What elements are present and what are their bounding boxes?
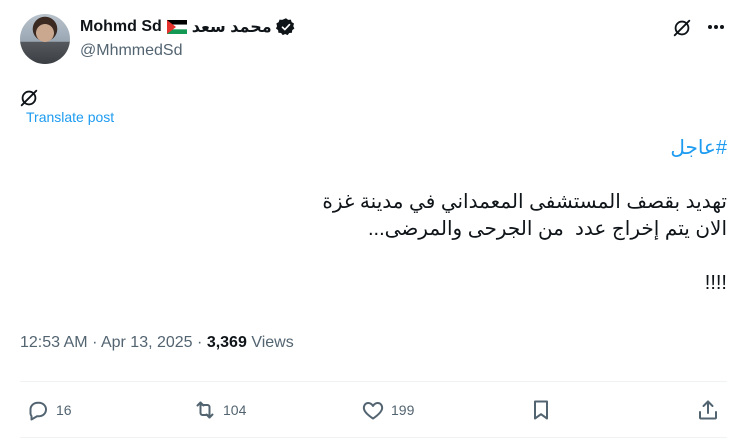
meta-separator: · [92, 334, 98, 351]
post-line-spacer-2 [27, 243, 727, 270]
meta-separator-2: · [197, 334, 203, 351]
post-meta: 12:53 AM · Apr 13, 2025 · 3,369 Views [20, 334, 294, 352]
post-time[interactable]: 12:53 AM [20, 334, 88, 351]
share-icon [699, 400, 717, 420]
repost-button[interactable]: 104 [193, 396, 246, 424]
author-display-name[interactable]: Mohmd Sd [80, 18, 162, 36]
reply-icon [29, 401, 47, 421]
reply-button[interactable]: 16 [26, 396, 72, 424]
grok-icon[interactable] [671, 17, 693, 39]
repost-icon [196, 401, 214, 419]
hashtag-link[interactable]: #عاجل [27, 135, 727, 162]
verified-badge-icon [275, 18, 295, 36]
grok-translate-icon[interactable] [18, 87, 40, 109]
post-line-1: تهديد بقصف المستشفى المعمداني في مدينة غ… [322, 191, 727, 213]
divider-bottom [20, 437, 727, 438]
post-line-spacer-1 [27, 162, 727, 189]
post-date[interactable]: Apr 13, 2025 [101, 334, 193, 351]
views-count: 3,369 [206, 334, 247, 351]
like-icon [362, 402, 384, 420]
post-text: #عاجل تهديد بقصف المستشفى المعمداني في م… [27, 135, 727, 297]
post-line-2: الان يتم إخراج عدد من الجرحى والمرضى... [367, 218, 727, 240]
repost-count: 104 [223, 402, 247, 418]
translate-post-link[interactable]: Translate post [26, 109, 114, 125]
bookmark-button[interactable] [529, 396, 553, 424]
views-label: Views [251, 334, 294, 351]
divider [20, 381, 727, 382]
author-name-row[interactable]: Mohmd Sd محمد سعد [80, 15, 296, 39]
like-button[interactable]: 199 [361, 396, 414, 424]
bookmark-icon [534, 400, 548, 420]
post-line-3: !!!! [704, 272, 727, 294]
like-count: 199 [391, 402, 415, 418]
author-arabic-name[interactable]: محمد سعد [192, 17, 272, 37]
share-button[interactable] [696, 396, 720, 424]
more-icon[interactable] [703, 15, 729, 39]
avatar[interactable] [20, 14, 70, 64]
author-handle[interactable]: @MhmmedSd [80, 42, 183, 60]
palestine-flag-icon [166, 20, 187, 34]
reply-count: 16 [56, 402, 72, 418]
